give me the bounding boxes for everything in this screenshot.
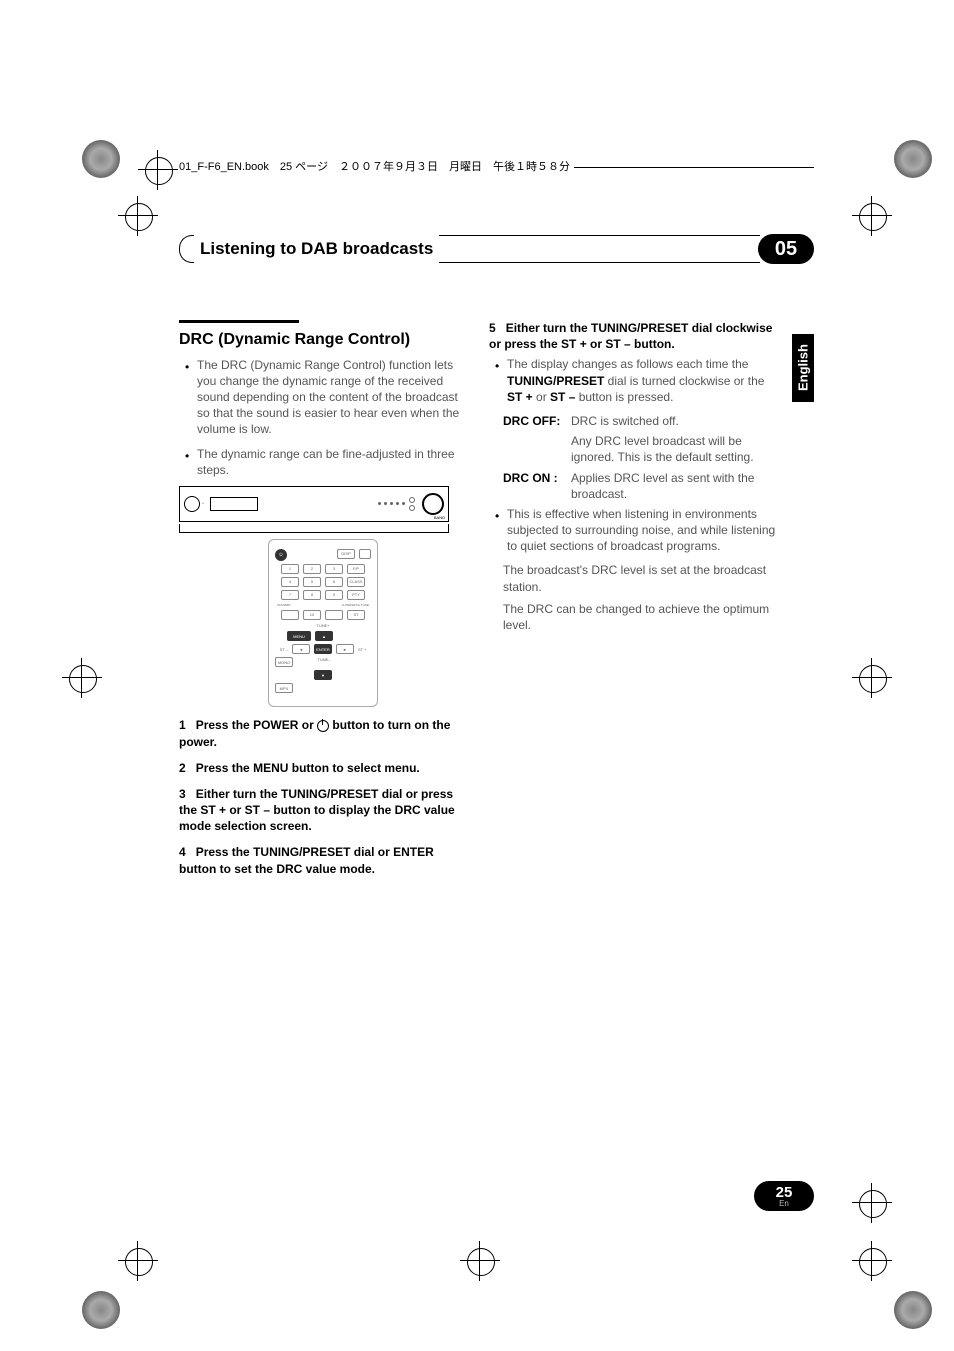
drc-off-row2: Any DRC level broadcast will be ignored.… (503, 433, 777, 465)
remote-btn: CLASS (347, 577, 365, 587)
remote-illustration: ⏻ DISP 1 2 3 F/P 4 5 6 CLASS 7 8 9 P (268, 539, 378, 707)
remote-btn: MONO (275, 657, 293, 667)
remote-label: STANDBY (277, 603, 291, 607)
registration-mark (82, 1291, 120, 1329)
remote-btn (281, 610, 299, 620)
remote-btn: F/P (347, 564, 365, 574)
left-column: DRC (Dynamic Range Control) • The DRC (D… (179, 320, 467, 881)
remote-label: TUNE– (297, 657, 351, 667)
remote-btn: PTY (347, 590, 365, 600)
remote-btn: 2 (303, 564, 321, 574)
crop-mark (852, 1241, 892, 1281)
remote-btn: 9 (325, 590, 343, 600)
chapter-header: Listening to DAB broadcasts 05 (179, 234, 814, 264)
page-number: 25 (776, 1185, 793, 1200)
drc-on-row: DRC ON : Applies DRC level as sent with … (503, 470, 777, 502)
section-heading: DRC (Dynamic Range Control) (179, 329, 467, 351)
crop-mark (118, 1241, 158, 1281)
bullet-item: • The display changes as follows each ti… (495, 356, 777, 405)
right-column: 5 Either turn the TUNING/PRESET dial clo… (489, 320, 777, 881)
crop-mark (460, 1241, 500, 1281)
remote-btn: 3 (325, 564, 343, 574)
crop-mark (852, 1183, 892, 1223)
chapter-number: 05 (758, 234, 814, 264)
page-number-pill: 25 En (754, 1181, 814, 1211)
remote-btn: ST (347, 610, 365, 620)
remote-left-btn: ◄ (292, 644, 310, 654)
content-area: DRC (Dynamic Range Control) • The DRC (D… (179, 320, 779, 881)
crop-mark (852, 658, 892, 698)
bullet-item: • The dynamic range can be fine-adjusted… (185, 446, 467, 478)
drc-off-label: DRC OFF: (503, 413, 571, 429)
remote-btn: DISP (337, 549, 355, 559)
band-label: BAND (434, 515, 445, 520)
remote-label: ST + (358, 647, 367, 652)
crop-mark (118, 196, 158, 236)
registration-mark (82, 140, 120, 178)
drc-off-desc: DRC is switched off. (571, 413, 777, 429)
remote-down-btn: ▼ (314, 670, 332, 680)
remote-btn: 8 (303, 590, 321, 600)
drc-off-row: DRC OFF: DRC is switched off. (503, 413, 777, 429)
remote-right-btn: ► (336, 644, 354, 654)
step-5: 5 Either turn the TUNING/PRESET dial clo… (489, 320, 777, 352)
remote-label: ST – (280, 647, 288, 652)
crop-mark (62, 658, 102, 698)
drc-off-desc2: Any DRC level broadcast will be ignored.… (571, 433, 777, 465)
remote-btn: 10 (303, 610, 321, 620)
drc-on-label: DRC ON : (503, 470, 571, 502)
step-4: 4 Press the TUNING/PRESET dial or ENTER … (179, 844, 467, 876)
page-lang: En (779, 1200, 789, 1208)
bullet-text: The DRC (Dynamic Range Control) function… (197, 357, 467, 438)
bullet-text: The display changes as follows each time… (507, 356, 777, 405)
remote-btn: 1 (281, 564, 299, 574)
step-3: 3 Either turn the TUNING/PRESET dial or … (179, 786, 467, 835)
remote-btn (359, 549, 371, 559)
crop-mark (852, 196, 892, 236)
crop-mark (138, 150, 178, 190)
power-icon (317, 720, 329, 732)
remote-btn: 5 (303, 577, 321, 587)
remote-btn: 6 (325, 577, 343, 587)
bullet-item: • The DRC (Dynamic Range Control) functi… (185, 357, 467, 438)
remote-menu-btn: MENU (287, 631, 311, 641)
drc-on-desc: Applies DRC level as sent with the broad… (571, 470, 777, 502)
step-1: 1 Press the POWER or button to turn on t… (179, 717, 467, 749)
remote-btn: 7 (281, 590, 299, 600)
remote-btn (325, 610, 343, 620)
remote-up-btn: ▲ (315, 631, 333, 641)
section-rule (179, 320, 299, 323)
bullet-text: This is effective when listening in envi… (507, 506, 777, 555)
paragraph: The DRC can be changed to achieve the op… (503, 601, 777, 633)
registration-mark (894, 140, 932, 178)
remote-btn: 4 (281, 577, 299, 587)
bullet-text: The dynamic range can be fine-adjusted i… (197, 446, 467, 478)
remote-btn: MPX (275, 683, 293, 693)
chapter-title: Listening to DAB broadcasts (194, 239, 439, 259)
header-filename: 01_F-F6_EN.book 25 ページ ２００７年９月３日 月曜日 午後１… (179, 158, 574, 174)
step-2: 2 Press the MENU button to select menu. (179, 760, 467, 776)
remote-label: D.PRESET/A.TUNE (342, 603, 369, 607)
remote-enter-btn: ENTER (314, 644, 332, 654)
registration-mark (894, 1291, 932, 1329)
paragraph: The broadcast's DRC level is set at the … (503, 562, 777, 594)
language-tab: English (792, 334, 814, 402)
power-icon: ⏻ (275, 549, 287, 561)
remote-label: TUNE+ (275, 623, 371, 628)
bullet-item: • This is effective when listening in en… (495, 506, 777, 555)
device-illustration: ◦ BAND (179, 486, 449, 533)
